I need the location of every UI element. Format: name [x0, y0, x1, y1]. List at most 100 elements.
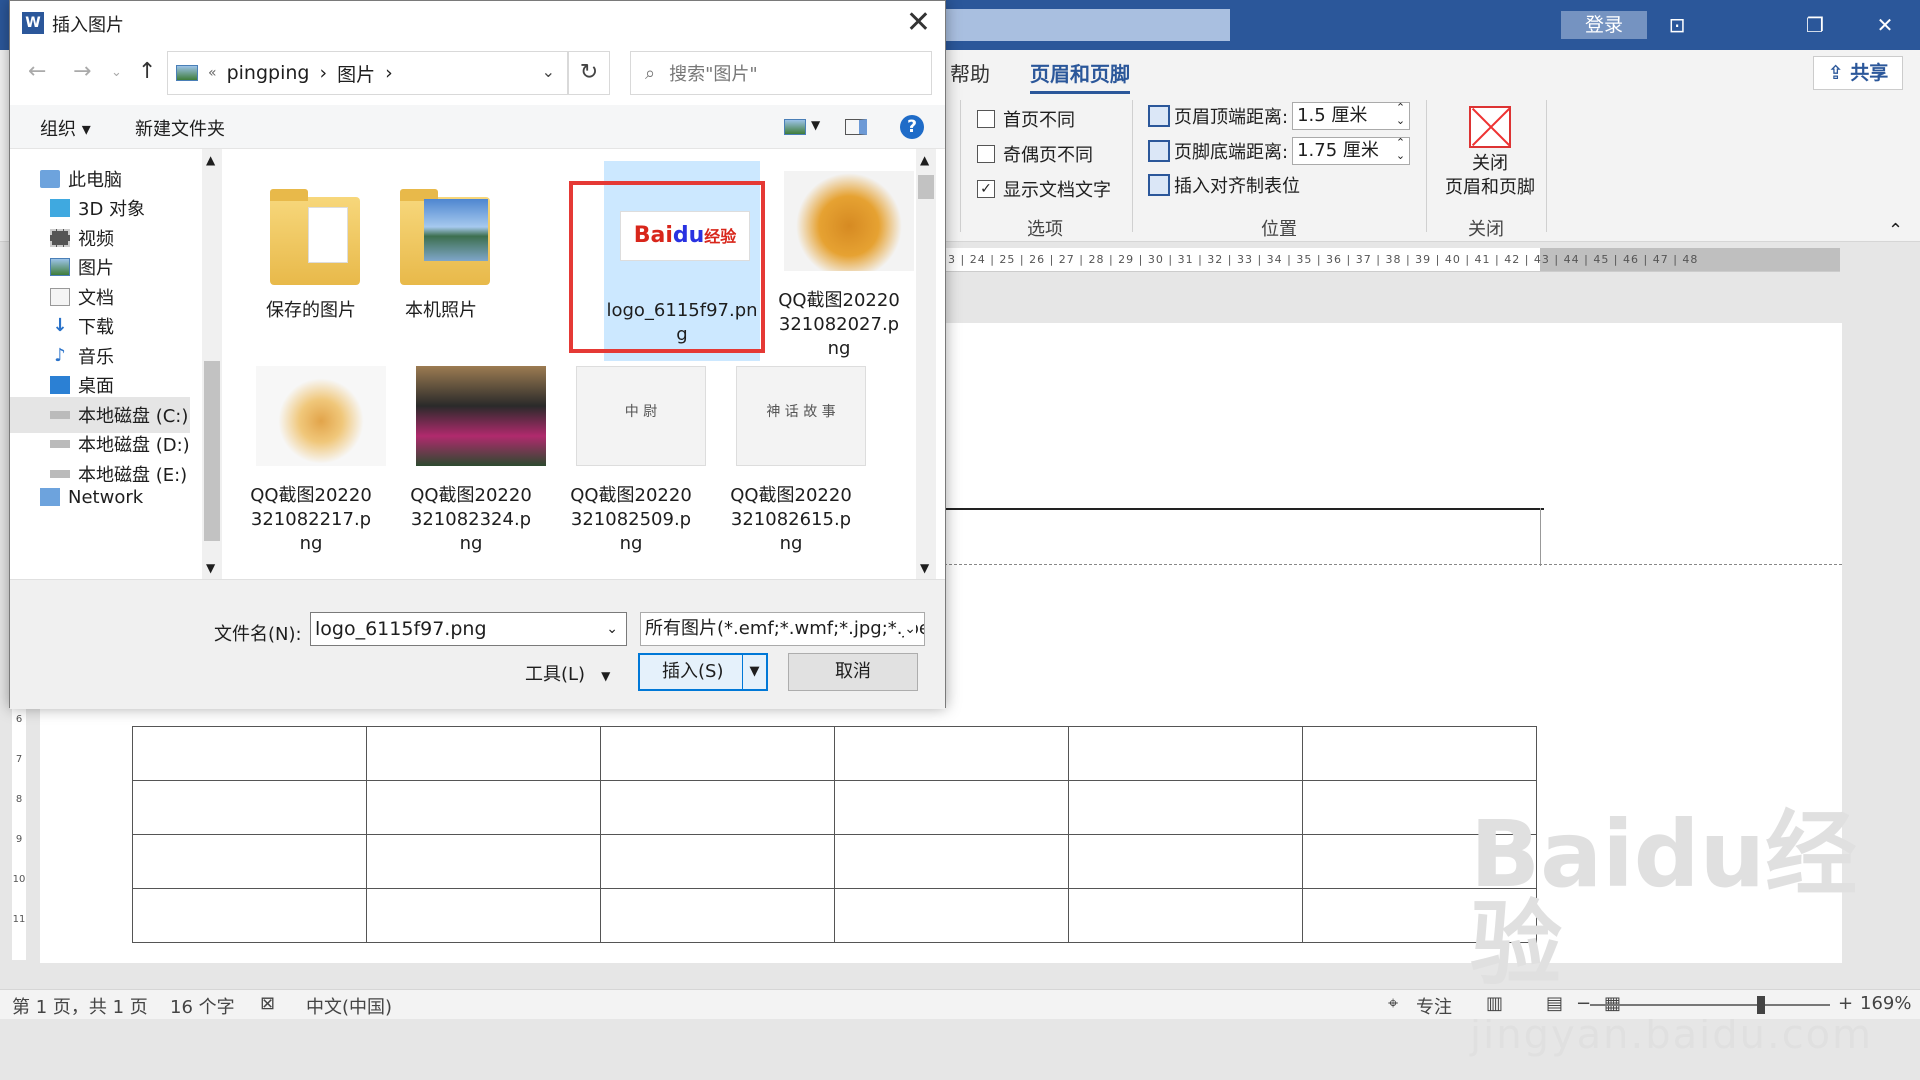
footer-bottom-icon	[1148, 140, 1170, 162]
group-label-options: 选项	[1027, 219, 1063, 240]
header-top-spinner[interactable]: 1.5 厘米	[1292, 101, 1411, 130]
zoom-slider[interactable]	[1590, 1004, 1830, 1006]
scroll-up-icon[interactable]: ▲	[206, 153, 215, 167]
scroll-up-icon[interactable]: ▲	[920, 153, 929, 167]
cancel-button[interactable]: 取消	[788, 653, 918, 691]
preview-pane-icon[interactable]	[845, 119, 867, 135]
file-tile[interactable]: 神 话 故 事 QQ截图20220321082615.png	[726, 366, 866, 556]
chevron-down-icon[interactable]: ⌄	[606, 613, 618, 645]
zoom-out-icon[interactable]: −	[1576, 993, 1591, 1014]
document-table[interactable]	[132, 726, 1537, 943]
close-header-footer-button[interactable]: 关闭 页眉和页脚	[1440, 106, 1540, 200]
zoom-level[interactable]: 169%	[1860, 993, 1911, 1014]
alignment-tab-icon	[1148, 174, 1170, 196]
scroll-down-icon[interactable]: ▼	[206, 561, 215, 575]
insert-dropdown-icon[interactable]: ▼	[742, 655, 766, 689]
image-thumbnail	[256, 366, 386, 476]
help-icon[interactable]: ?	[900, 115, 924, 139]
restore-icon[interactable]: ❐	[1800, 10, 1830, 40]
ruler-ticks: 23 | 24 | 25 | 26 | 27 | 28 | 29 | 30 | …	[940, 253, 1699, 266]
checkbox-different-first[interactable]: 首页不同	[977, 106, 1075, 132]
focus-mode[interactable]: 专注	[1416, 993, 1452, 1019]
chevron-down-icon[interactable]: ⌄	[904, 613, 916, 645]
horizontal-ruler: 23 | 24 | 25 | 26 | 27 | 28 | 29 | 30 | …	[940, 248, 1840, 272]
file-name: QQ截图20220321082324.png	[410, 485, 532, 554]
vertical-ruler: 6 7 8 9 10 11	[12, 700, 26, 960]
view-dropdown-icon[interactable]: ▼	[811, 118, 820, 132]
breadcrumb-pingping[interactable]: pingping	[227, 62, 310, 84]
view-options-icon[interactable]	[784, 119, 806, 135]
address-bar[interactable]: « pingping › 图片 › ⌄	[167, 51, 568, 95]
file-scroll-thumb[interactable]	[918, 175, 934, 199]
search-icon: ⌕	[645, 62, 656, 84]
up-icon[interactable]: ↑	[138, 59, 156, 84]
forward-icon[interactable]: →	[73, 59, 91, 84]
vruler-tick: 11	[12, 914, 26, 925]
print-layout-icon[interactable]: ▤	[1546, 993, 1563, 1014]
nav-label: 文档	[78, 288, 114, 309]
file-tile[interactable]: 保存的图片	[246, 181, 376, 323]
chevron-down-icon[interactable]: ⌄	[542, 62, 555, 81]
breadcrumb-separator[interactable]: ›	[385, 62, 393, 84]
nav-label: 本地磁盘 (E:)	[78, 465, 188, 486]
download-icon: ↓	[52, 315, 68, 336]
proofing-icon[interactable]: ⊠	[260, 993, 275, 1014]
checkbox-show-doc-text[interactable]: ✓ 显示文档文字	[977, 176, 1111, 202]
file-tile[interactable]: 本机照片	[376, 181, 506, 323]
read-mode-icon[interactable]: ▥	[1486, 993, 1503, 1014]
close-window-icon[interactable]: ✕	[1870, 10, 1900, 40]
file-tile[interactable]: QQ截图20220321082217.png	[246, 366, 386, 556]
filetype-select[interactable]: 所有图片(*.emf;*.wmf;*.jpg;*.jpeg ⌄	[640, 612, 925, 646]
tab-help[interactable]: 帮助	[950, 58, 990, 87]
vruler-tick: 8	[15, 794, 23, 805]
scroll-down-icon[interactable]: ▼	[920, 561, 929, 575]
checkbox-odd-even[interactable]: 奇偶页不同	[977, 141, 1093, 167]
option-label: 首页不同	[1003, 110, 1075, 131]
zoom-in-icon[interactable]: +	[1838, 993, 1853, 1014]
file-name: QQ截图20220321082509.png	[570, 485, 692, 554]
breadcrumb-separator[interactable]: ›	[319, 62, 327, 84]
file-list-scrollbar[interactable]: ▲ ▼	[916, 149, 936, 579]
page-count[interactable]: 第 1 页，共 1 页	[12, 993, 148, 1019]
insert-alignment-tab-button[interactable]: 插入对齐制表位	[1148, 172, 1300, 198]
file-tile[interactable]: QQ截图20220321082027.png	[774, 171, 914, 361]
header-top-distance: 页眉顶端距离: 1.5 厘米	[1148, 101, 1411, 130]
filename-label: 文件名(N):	[214, 624, 302, 645]
refresh-button[interactable]: ↻	[568, 51, 610, 95]
recent-dropdown-icon[interactable]: ⌄	[111, 65, 122, 80]
close-line2: 页眉和页脚	[1445, 177, 1535, 198]
refresh-icon: ↻	[579, 60, 599, 85]
nav-scrollbar[interactable]: ▲ ▼	[202, 149, 222, 579]
footer-bottom-spinner[interactable]: 1.75 厘米	[1292, 136, 1411, 165]
checkmark-icon: ✓	[977, 180, 995, 198]
title-field	[940, 9, 1230, 41]
image-thumbnail	[416, 366, 546, 476]
organize-button[interactable]: 组织 ▾	[40, 115, 91, 141]
insert-picture-dialog: W 插入图片 ✕ ← → ⌄ ↑ « pingping › 图片 › ⌄ ↻ ⌕…	[9, 0, 946, 709]
ribbon-display-icon[interactable]: ⊡	[1662, 10, 1692, 40]
focus-icon[interactable]: ⌖	[1388, 993, 1398, 1014]
close-icon[interactable]: ✕	[906, 5, 931, 40]
new-folder-button[interactable]: 新建文件夹	[135, 115, 225, 141]
nav-scroll-thumb[interactable]	[204, 361, 220, 541]
file-tile[interactable]: QQ截图20220321082324.png	[406, 366, 546, 556]
back-icon[interactable]: ←	[28, 59, 46, 84]
insert-button[interactable]: 插入(S) ▼	[638, 653, 768, 691]
tools-button[interactable]: 工具(L) ▼	[525, 660, 610, 686]
tab-header-footer[interactable]: 页眉和页脚	[1030, 58, 1130, 94]
language[interactable]: 中文(中国)	[306, 993, 392, 1019]
zoom-slider-thumb[interactable]	[1757, 996, 1765, 1014]
search-input[interactable]: ⌕ 搜索"图片"	[630, 51, 932, 95]
file-tile[interactable]: 中 尉 QQ截图20220321082509.png	[566, 366, 706, 556]
login-button[interactable]: 登录	[1561, 11, 1647, 39]
word-count[interactable]: 16 个字	[170, 993, 235, 1019]
insert-label: 插入(S)	[662, 661, 724, 682]
filename-input[interactable]: logo_6115f97.png ⌄	[310, 612, 627, 646]
breadcrumb-overflow[interactable]: «	[208, 65, 217, 81]
nav-item-network[interactable]: Network	[40, 485, 220, 509]
breadcrumb-pictures[interactable]: 图片	[337, 60, 375, 87]
collapse-ribbon-icon[interactable]: ⌃	[1888, 220, 1903, 241]
share-button[interactable]: ⇪ 共享	[1813, 56, 1903, 90]
file-name: 保存的图片	[266, 300, 356, 321]
dialog-titlebar: W 插入图片 ✕	[10, 1, 945, 45]
